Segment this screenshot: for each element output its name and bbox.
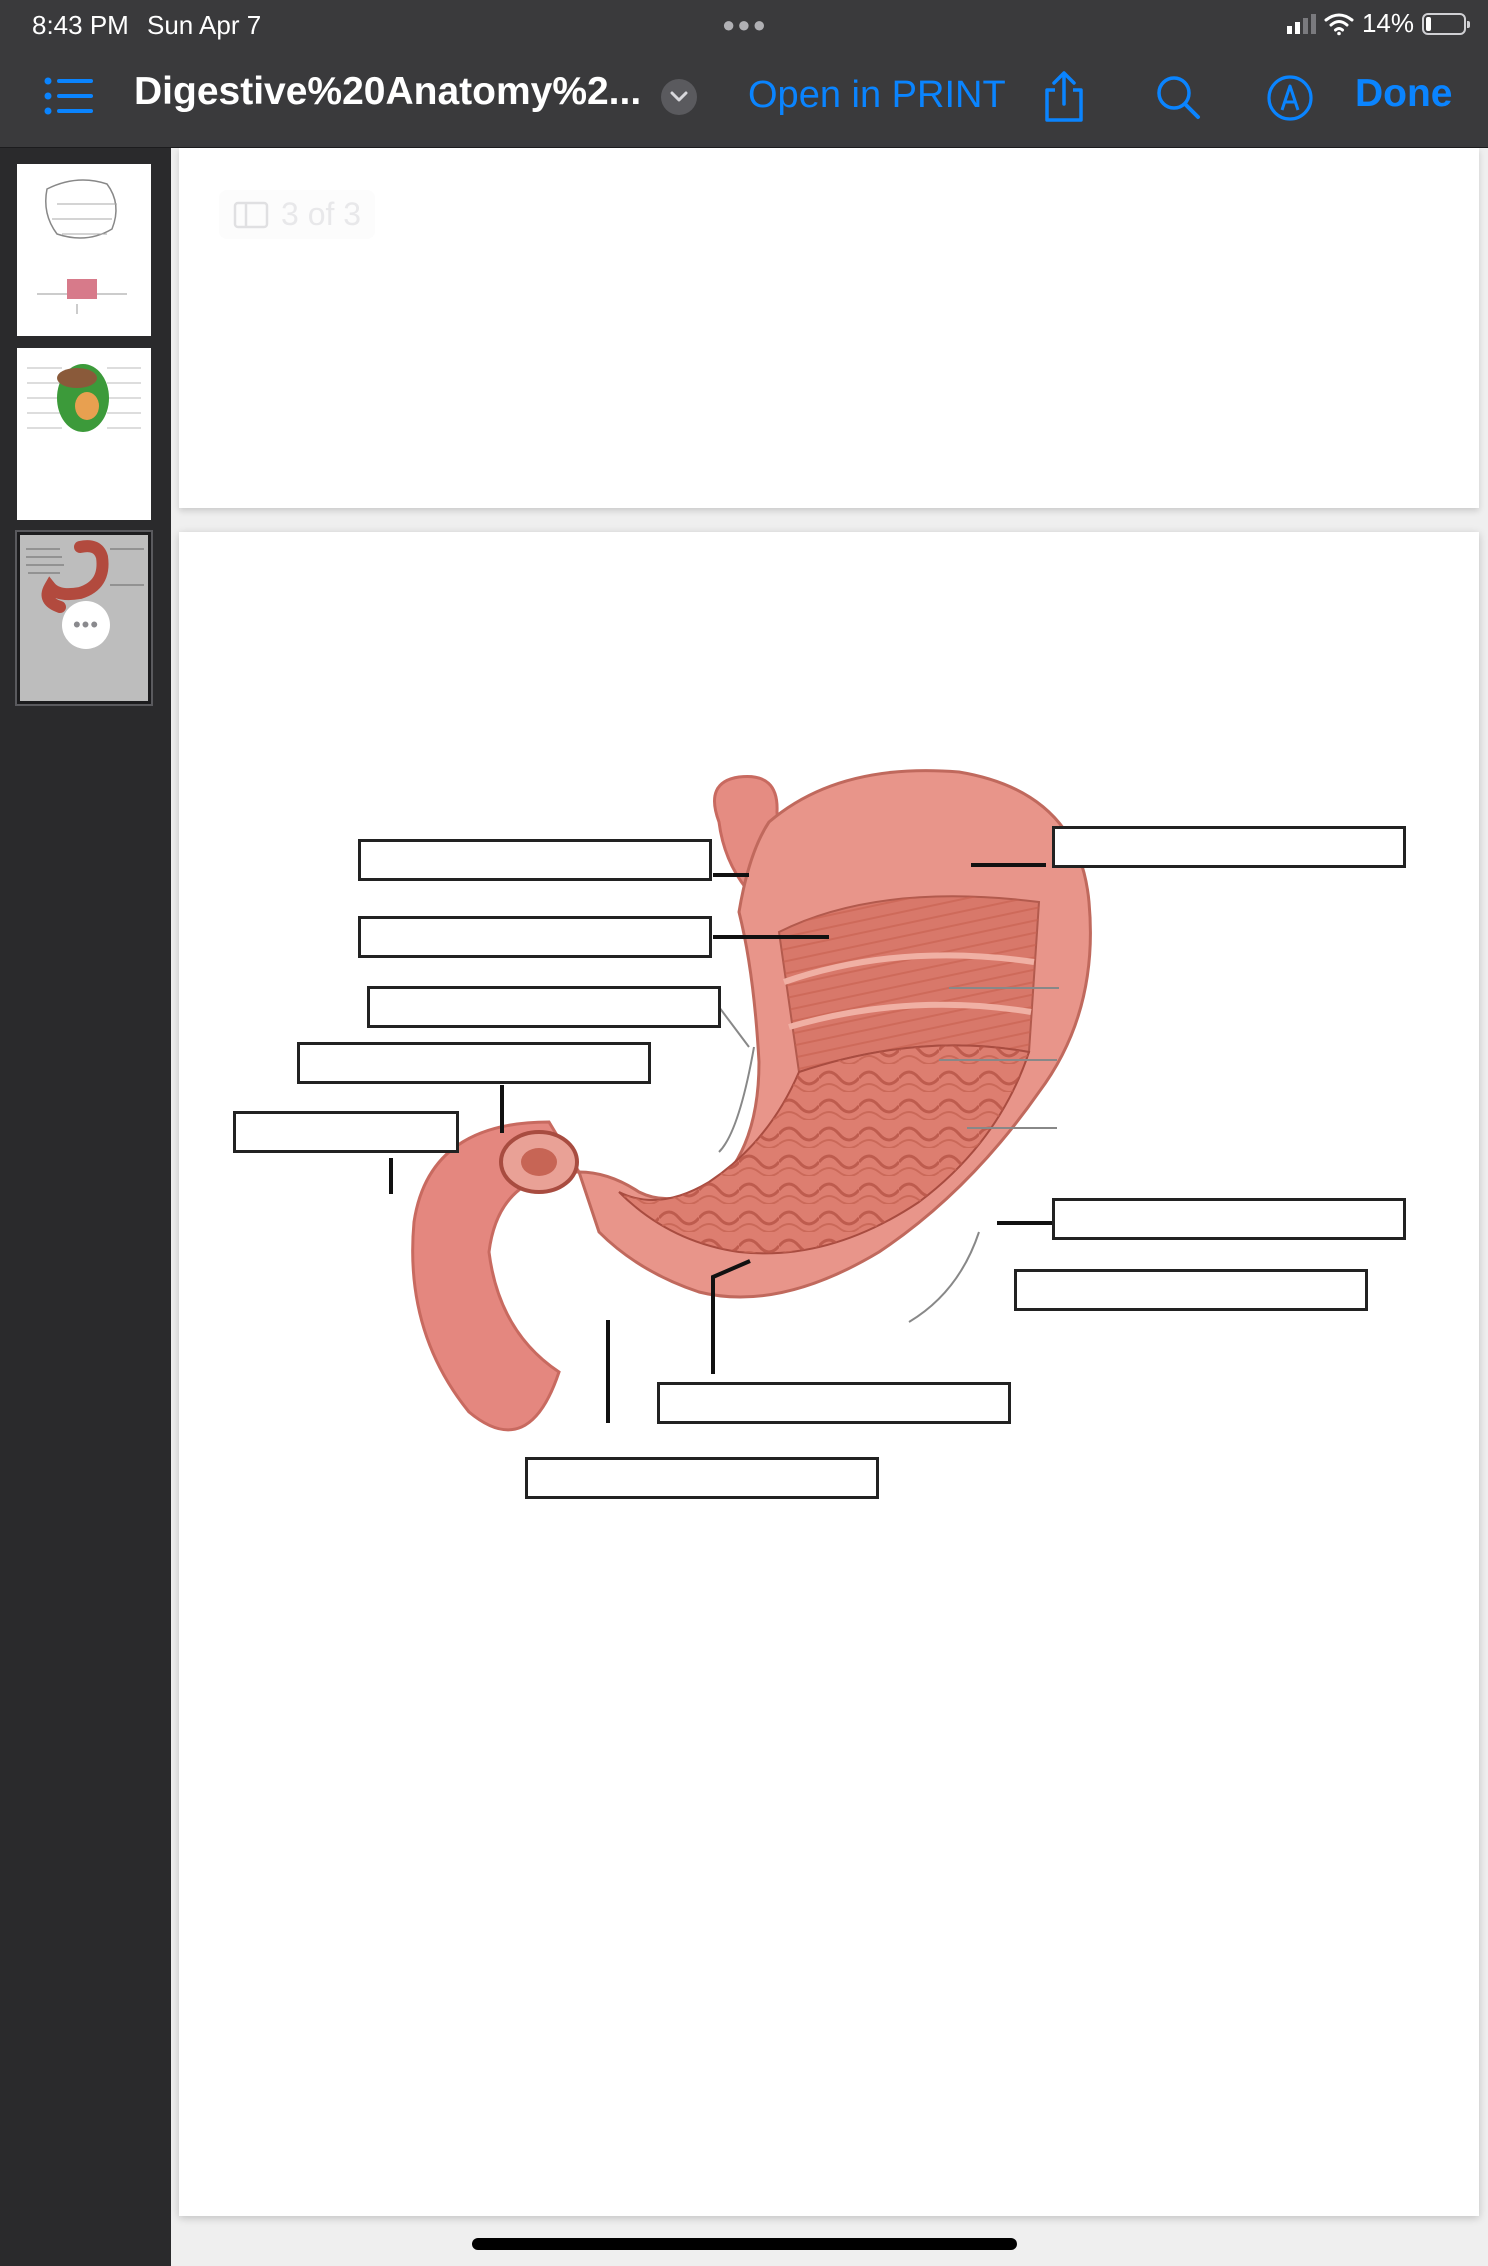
status-time: 8:43 PM [32,10,129,40]
markup-icon[interactable] [1266,74,1314,122]
battery-percent: 14% [1361,8,1414,38]
previous-page: 3 of 3 [179,148,1479,508]
label-box-4[interactable] [297,1042,651,1084]
label-box-1[interactable] [358,839,712,881]
title-menu-button[interactable] [661,79,697,115]
battery-fill [1426,16,1431,31]
open-in-print-button[interactable]: Open in PRINT [748,74,1006,117]
label-box-7[interactable] [1052,1198,1406,1240]
status-indicators: 14% [1286,8,1470,39]
search-icon[interactable] [1155,74,1201,120]
label-box-3[interactable] [367,986,721,1028]
page-indicator: 3 of 3 [219,190,376,239]
list-icon[interactable] [44,76,94,116]
page-thumbnail-2[interactable] [17,348,151,520]
label-box-5[interactable] [233,1111,459,1153]
wifi-icon [1324,13,1354,35]
label-box-10[interactable] [525,1457,879,1499]
page-thumbnail-3[interactable]: ••• [15,530,153,706]
done-button[interactable]: Done [1355,72,1453,116]
page-thumbnail-1[interactable] [17,164,151,336]
label-box-2[interactable] [358,916,712,958]
label-box-9[interactable] [657,1382,1011,1424]
multitasking-dots[interactable]: ●●● [722,12,768,38]
label-box-8[interactable] [1014,1269,1368,1311]
top-bar: 8:43 PM Sun Apr 7 ●●● 14% Digestive%20An… [0,0,1488,148]
document-viewer[interactable]: 3 of 3 [171,148,1488,2266]
page-indicator-text: 3 of 3 [281,196,362,232]
page-3 [179,532,1479,2216]
document-title[interactable]: Digestive%20Anatomy%2... [134,70,641,114]
thumbnail-1-preview [37,179,127,314]
share-icon[interactable] [1041,70,1087,124]
label-box-6[interactable] [1052,826,1406,868]
status-date: Sun Apr 7 [147,10,262,40]
thumbnail-2-preview [27,364,141,432]
battery-icon [1422,12,1470,35]
stomach-diagram [389,769,1092,1432]
chevron-down-icon [670,91,688,102]
sidebar-toggle-icon [233,201,269,228]
cellular-signal-icon [1286,13,1316,34]
more-icon[interactable]: ••• [62,601,110,649]
home-indicator[interactable] [472,2238,1017,2250]
thumbnail-sidebar: ••• [0,148,170,2266]
